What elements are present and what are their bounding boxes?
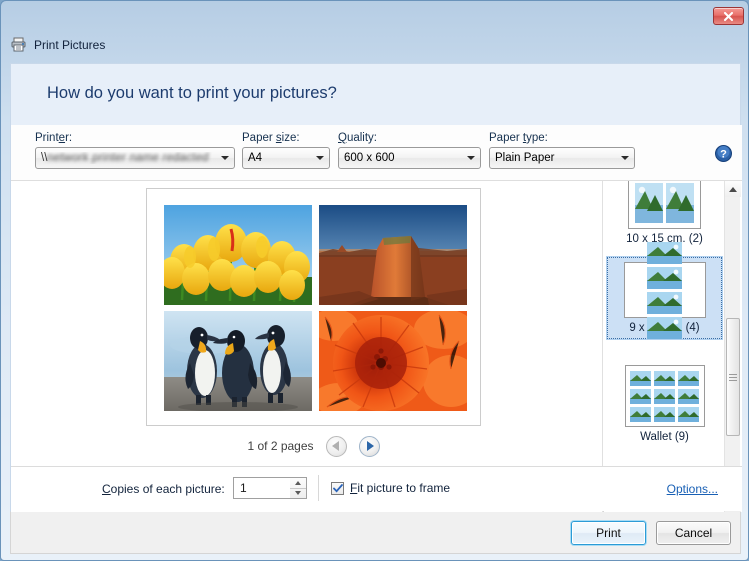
layout-item-10x15[interactable]: 10 x 15 cm. (2) — [607, 181, 722, 249]
page-indicator: 1 of 2 pages — [247, 439, 314, 453]
print-pictures-dialog: Print Pictures How do you want to print … — [0, 0, 749, 561]
preview-photo-king-penguins — [164, 311, 312, 411]
layout-cell — [678, 370, 699, 386]
layout-cell — [635, 183, 663, 223]
layout-item-9x13[interactable]: 9 x 13 cm. (4) — [606, 241, 723, 340]
scroll-up-arrow-icon[interactable] — [725, 181, 741, 197]
layout-item-wallet[interactable]: Wallet (9) — [607, 361, 722, 447]
options-toolbar: Printer: \\network printer name redacted… — [11, 125, 742, 181]
printer-value-redacted: network printer name redacted — [46, 151, 210, 164]
prev-page-button[interactable] — [325, 435, 347, 457]
chevron-down-icon — [311, 148, 329, 168]
chevron-right-icon — [366, 441, 374, 451]
page-navigation: 1 of 2 pages — [146, 433, 481, 459]
layout-cell — [630, 370, 651, 386]
preview-photo-yellow-tulips — [164, 205, 312, 305]
paper-type-field: Paper type: Plain Paper — [489, 132, 635, 169]
window-title-group: Print Pictures — [11, 37, 105, 52]
copies-stepper[interactable] — [290, 477, 307, 499]
preview-photo-desert-butte — [319, 205, 467, 305]
chevron-down-icon — [616, 148, 634, 168]
quality-label: Quality: — [338, 132, 377, 144]
cancel-button[interactable]: Cancel — [656, 521, 731, 545]
quality-select[interactable]: 600 x 600 — [338, 147, 481, 169]
help-question-icon[interactable]: ? — [715, 145, 732, 162]
title-bar: Print Pictures — [1, 1, 748, 63]
copies-label: Copies of each picture: — [102, 482, 225, 496]
window-title-text: Print Pictures — [34, 37, 106, 52]
layout-cell — [654, 406, 675, 422]
layout-cell — [647, 266, 682, 289]
layout-cell — [666, 183, 694, 223]
fit-picture-checkbox[interactable] — [331, 481, 344, 495]
close-button[interactable] — [713, 7, 744, 25]
paper-size-field: Paper size: A4 — [242, 132, 330, 169]
paper-size-label: Paper size: — [242, 132, 300, 144]
layout-cell — [647, 316, 682, 339]
dialog-body: Printer: \\network printer name redacted… — [10, 125, 742, 512]
printer-icon — [11, 37, 27, 52]
divider — [318, 475, 319, 501]
fit-picture-label: Fit picture to frame — [350, 481, 451, 495]
scrollbar-thumb[interactable] — [726, 318, 740, 436]
layout-cell — [630, 388, 651, 404]
layout-list[interactable]: 10 x 15 cm. (2) 9 x (4) Wallet (9) — [604, 181, 725, 512]
preview-photo-orange-chrysanthemum — [319, 311, 467, 411]
layout-caption: Wallet (9) — [640, 431, 689, 443]
copies-increment-button[interactable] — [290, 478, 306, 488]
next-page-button[interactable] — [358, 435, 380, 457]
paper-type-select[interactable]: Plain Paper — [489, 147, 635, 169]
fit-picture-to-frame-row[interactable]: Fit picture to frame — [331, 481, 450, 495]
preview-page-sheet — [146, 188, 481, 426]
svg-text:?: ? — [720, 148, 727, 160]
layout-cell — [647, 291, 682, 314]
layout-cell — [678, 406, 699, 422]
layout-cell — [654, 370, 675, 386]
scrollbar-grip — [729, 372, 737, 383]
options-link[interactable]: Options... — [667, 482, 718, 496]
printer-field: Printer: \\network printer name redacted — [35, 132, 235, 169]
page-title: How do you want to print your pictures? — [47, 84, 337, 102]
dialog-footer: Print Cancel — [10, 512, 741, 554]
paper-size-select[interactable]: A4 — [242, 147, 330, 169]
copies-value: 1 — [240, 481, 247, 495]
paper-type-value: Plain Paper — [495, 152, 555, 164]
layout-scrollbar[interactable] — [724, 181, 741, 512]
print-button[interactable]: Print — [571, 521, 646, 545]
copies-decrement-button[interactable] — [290, 487, 306, 499]
copies-input[interactable]: 1 — [233, 477, 291, 499]
layout-list-panel: 10 x 15 cm. (2) 9 x (4) Wallet (9) — [604, 181, 742, 512]
layout-cell — [678, 388, 699, 404]
layout-cell — [654, 388, 675, 404]
chevron-down-icon — [462, 148, 480, 168]
layout-thumb — [624, 365, 705, 427]
paper-size-value: A4 — [248, 152, 263, 164]
chevron-left-icon — [331, 441, 339, 451]
quality-value: 600 x 600 — [344, 152, 395, 164]
paper-type-label: Paper type: — [489, 132, 548, 144]
printer-select[interactable]: \\network printer name redacted — [35, 147, 235, 169]
chevron-down-icon — [216, 148, 234, 168]
layout-thumb — [628, 181, 701, 229]
layout-cell — [647, 241, 682, 264]
bottom-controls-row: Copies of each picture: 1 Fit picture to… — [11, 466, 742, 511]
layout-cell — [630, 406, 651, 422]
printer-label: Printer: — [35, 132, 73, 144]
print-preview-area: 1 of 2 pages — [11, 181, 603, 512]
checkmark-icon — [332, 483, 343, 493]
layout-thumb — [623, 241, 706, 339]
quality-field: Quality: 600 x 600 — [338, 132, 481, 169]
heading-band: How do you want to print your pictures? — [10, 63, 741, 125]
